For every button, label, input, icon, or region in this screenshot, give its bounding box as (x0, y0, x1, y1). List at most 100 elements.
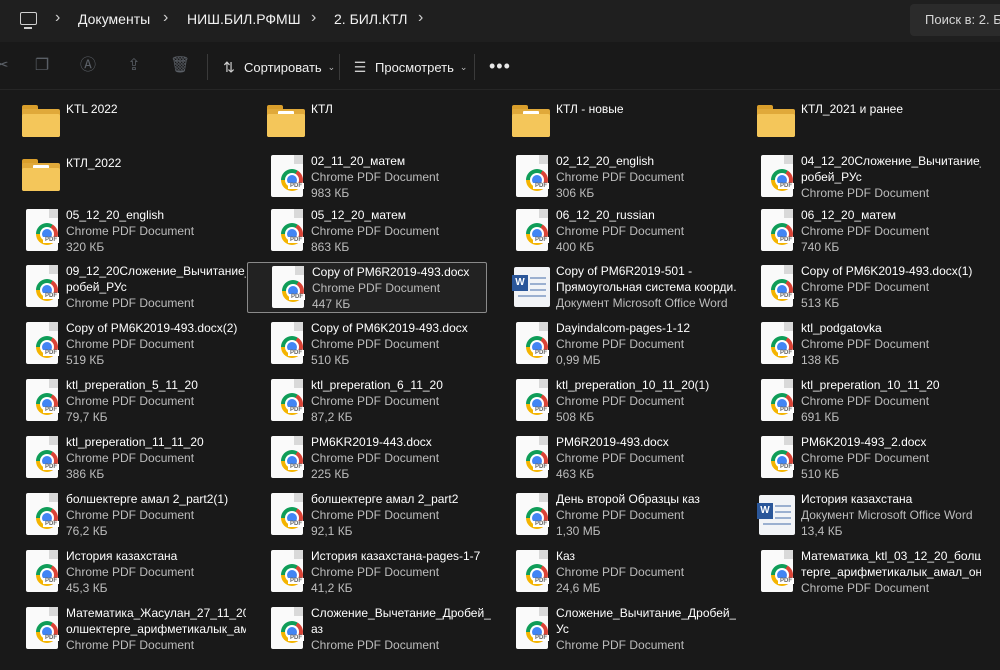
file-type: Chrome PDF Document (311, 337, 440, 351)
chrome-pdf-icon: PDF (265, 493, 305, 537)
file-item[interactable]: PDF Copy of PM6K2019-493.docx(2) Chrome PD… (16, 319, 248, 370)
chrome-pdf-icon: PDF (265, 607, 305, 651)
chevron-right-icon[interactable]: › (163, 9, 168, 27)
rename-icon[interactable]: Ⓐ (78, 56, 98, 76)
file-name: олшектерге_арифметикалык_ам... (66, 622, 246, 636)
sort-label: Сортировать (244, 59, 322, 75)
chrome-pdf-icon: PDF (510, 209, 550, 253)
chrome-pdf-icon: PDF (266, 266, 306, 310)
file-name: терге_арифметикалык_амал_он... (801, 565, 981, 579)
file-item[interactable]: PDF Сложение_Вычетание_Дробей_К аз Chrome P… (261, 604, 493, 655)
file-size: 320 КБ (66, 240, 105, 254)
file-item[interactable]: PDF 02_11_20_матем Chrome PDF Document 983 … (261, 152, 493, 203)
file-type: Chrome PDF Document (66, 296, 195, 310)
file-item[interactable]: PDF День второй Образцы каз Chrome PDF Doc… (506, 490, 738, 541)
file-name: ktl_preperation_5_11_20 (66, 378, 198, 392)
file-item[interactable]: PDF ktl_preperation_11_11_20 Chrome PDF Do… (16, 433, 248, 484)
chrome-pdf-icon: PDF (510, 155, 550, 199)
file-name: Copy of PM6R2019-501 - (556, 264, 693, 278)
file-item[interactable]: PDF болшектерге амал 2_part2 Chrome PDF Do… (261, 490, 493, 541)
file-name: 09_12_20Сложение_Вычитание_Д (66, 264, 246, 278)
file-item[interactable]: PDF PM6K2019-493_2.docx Chrome PDF Documen… (751, 433, 983, 484)
toolbar-divider (207, 54, 208, 80)
file-item[interactable]: PDF Математика_ktl_03_12_20_болшек терге_а… (751, 547, 983, 598)
folder-icon (20, 155, 60, 199)
file-type: Chrome PDF Document (801, 224, 930, 238)
file-item[interactable]: PDF Copy of PM6R2019-493.docx Chrome PDF D… (247, 262, 487, 313)
file-type: Документ Microsoft Office Word (801, 508, 973, 522)
folder-icon (755, 101, 795, 145)
share-icon[interactable]: ⇪ (124, 56, 144, 76)
file-item[interactable]: PDF ktl_preperation_5_11_20 Chrome PDF Doc… (16, 376, 248, 427)
file-item[interactable]: PDF Каз Chrome PDF Document 24,6 МБ (506, 547, 738, 598)
file-name: История казахстана (66, 549, 178, 563)
file-item[interactable]: PDF История казахстана Chrome PDF Document… (16, 547, 248, 598)
chrome-pdf-icon: PDF (20, 607, 60, 651)
more-options-icon[interactable]: ••• (489, 56, 511, 77)
file-item[interactable]: PDF 06_12_20_russian Chrome PDF Document 40… (506, 206, 738, 257)
chevron-right-icon[interactable]: › (418, 9, 423, 27)
command-bar: ✂ ❐ Ⓐ ⇪ 🗑 ⇅ Сортировать ⌄ ☰ Просмотреть … (0, 42, 1000, 90)
file-item[interactable]: PDF 09_12_20Сложение_Вычитание_Д робей_РУс… (16, 262, 248, 313)
file-name: 06_12_20_матем (801, 208, 897, 222)
file-item[interactable]: PDF PM6KR2019-443.docx Chrome PDF Document… (261, 433, 493, 484)
file-name: 05_12_20_матем (311, 208, 407, 222)
file-type: Chrome PDF Document (801, 394, 930, 408)
search-input[interactable]: Поиск в: 2. БИЛ (910, 4, 1000, 36)
file-size: 386 КБ (66, 467, 105, 481)
file-item[interactable]: PDF Copy of PM6K2019-493.docx Chrome PDF D… (261, 319, 493, 370)
file-name: Copy of PM6K2019-493.docx(1) (801, 264, 973, 278)
folder-item[interactable]: KTL 2022 (16, 98, 248, 149)
file-item[interactable]: W Copy of PM6R2019-501 - Прямоугольная сис… (506, 262, 738, 313)
file-type: Chrome PDF Document (801, 451, 930, 465)
file-size: 400 КБ (556, 240, 595, 254)
file-item[interactable]: PDF ktl_podgatovka Chrome PDF Document 138 … (751, 319, 983, 370)
file-name: PM6K2019-493_2.docx (801, 435, 927, 449)
chrome-pdf-icon: PDF (755, 550, 795, 594)
file-size: 983 КБ (311, 186, 350, 200)
file-item[interactable]: PDF ktl_preperation_10_11_20(1) Chrome PDF… (506, 376, 738, 427)
folder-item[interactable]: КТЛ (261, 98, 493, 149)
file-size: 306 КБ (556, 186, 595, 200)
address-bar: › Документы › НИШ.БИЛ.РФМШ › 2. БИЛ.КТЛ … (0, 0, 1000, 42)
toolbar-divider (339, 54, 340, 80)
chrome-pdf-icon: PDF (510, 550, 550, 594)
file-name: KTL 2022 (66, 102, 118, 116)
file-type: Chrome PDF Document (801, 280, 930, 294)
file-item[interactable]: PDF 04_12_20Сложение_Вычитание_Д робей_РУс… (751, 152, 983, 203)
file-item[interactable]: PDF болшектерге амал 2_part2(1) Chrome PDF… (16, 490, 248, 541)
file-item[interactable]: W История казахстана Документ Microsoft Of… (751, 490, 983, 541)
file-item[interactable]: PDF Dayindalcom-pages-1-12 Chrome PDF Docu… (506, 319, 738, 370)
file-item[interactable]: PDF 02_12_20_english Chrome PDF Document 30… (506, 152, 738, 203)
view-button[interactable]: ☰ Просмотреть ⌄ (351, 54, 468, 80)
file-item[interactable]: PDF Сложение_Вычитание_Дробей_Р Ус Chrome P… (506, 604, 738, 655)
breadcrumb-current[interactable]: 2. БИЛ.КТЛ (334, 11, 407, 27)
file-item[interactable]: PDF 05_12_20_english Chrome PDF Document 32… (16, 206, 248, 257)
file-item[interactable]: PDF 06_12_20_матем Chrome PDF Document 740 … (751, 206, 983, 257)
file-size: 92,1 КБ (311, 524, 353, 538)
breadcrumb-documents[interactable]: Документы (78, 11, 150, 27)
chevron-right-icon[interactable]: › (311, 9, 316, 27)
file-type: Chrome PDF Document (311, 565, 440, 579)
delete-icon[interactable]: 🗑 (170, 56, 190, 76)
chrome-pdf-icon: PDF (20, 436, 60, 480)
copy-icon[interactable]: ❐ (32, 56, 52, 76)
folder-item[interactable]: КТЛ_2021 и ранее (751, 98, 983, 149)
file-item[interactable]: PDF ktl_preperation_6_11_20 Chrome PDF Doc… (261, 376, 493, 427)
file-name: Сложение_Вычитание_Дробей_Р (556, 606, 736, 620)
file-item[interactable]: PDF 05_12_20_матем Chrome PDF Document 863 … (261, 206, 493, 257)
cut-icon[interactable]: ✂ (0, 56, 12, 76)
file-item[interactable]: PDF ktl_preperation_10_11_20 Chrome PDF Do… (751, 376, 983, 427)
chevron-right-icon[interactable]: › (55, 9, 60, 27)
file-item[interactable]: PDF Copy of PM6K2019-493.docx(1) Chrome PD… (751, 262, 983, 313)
this-pc-icon[interactable] (20, 12, 37, 29)
file-name: ktl_podgatovka (801, 321, 882, 335)
file-item[interactable]: PDF История казахстана-pages-1-7 Chrome PD… (261, 547, 493, 598)
file-item[interactable]: PDF Математика_Жасулан_27_11_20_б олшектер… (16, 604, 248, 655)
folder-item[interactable]: КТЛ_2022 (16, 152, 248, 203)
sort-button[interactable]: ⇅ Сортировать ⌄ (220, 54, 335, 80)
file-name: История казахстана-pages-1-7 (311, 549, 481, 563)
folder-item[interactable]: КТЛ - новые (506, 98, 738, 149)
breadcrumb-nish[interactable]: НИШ.БИЛ.РФМШ (187, 11, 301, 27)
file-item[interactable]: PDF PM6R2019-493.docx Chrome PDF Document 4… (506, 433, 738, 484)
